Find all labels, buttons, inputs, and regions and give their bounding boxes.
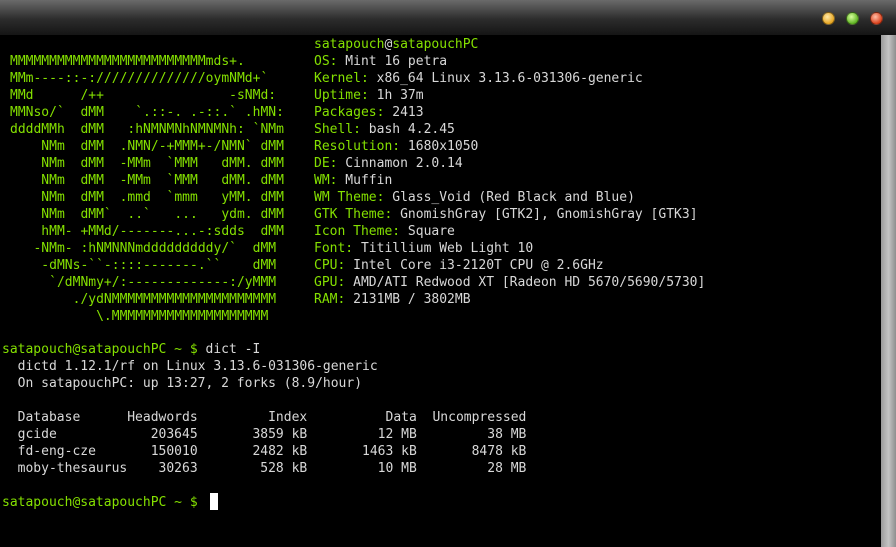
window-titlebar[interactable] xyxy=(0,0,896,35)
sysinfo-value: GnomishGray [GTK2], GnomishGray [GTK3] xyxy=(392,207,698,222)
sysinfo-row: Resolution: 1680x1050 xyxy=(314,138,478,155)
sysinfo-value: x86_64 Linux 3.13.6-031306-generic xyxy=(368,71,643,86)
sysinfo-value: Muffin xyxy=(337,173,393,188)
sysinfo-value: Glass_Void (Red Black and Blue) xyxy=(384,190,635,205)
sysinfo-row: Icon Theme: Square xyxy=(314,223,455,240)
sysinfo-row: GPU: AMD/ATI Redwood XT [Radeon HD 5670/… xyxy=(314,274,705,291)
sysinfo-value: 1680x1050 xyxy=(400,139,479,154)
sysinfo-key: WM Theme: xyxy=(314,190,385,205)
shell-prompt: satapouch@satapouchPC ~ $ xyxy=(2,342,198,357)
sysinfo-key: Packages: xyxy=(314,105,385,120)
sysinfo-key: OS: xyxy=(314,54,338,69)
sysinfo-key: WM: xyxy=(314,173,338,188)
sysinfo-key: Icon Theme: xyxy=(314,224,401,239)
sysinfo-value: bash 4.2.45 xyxy=(360,122,455,137)
ascii-logo-line: hMM- +MMd/-------...-:sdds dMM xyxy=(10,224,284,239)
ascii-logo-line: NMm dMM .mmd `mmm yMM. dMM xyxy=(10,190,284,205)
command-input[interactable] xyxy=(198,495,206,510)
shell-prompt: satapouch@satapouchPC ~ $ xyxy=(2,495,198,510)
sysinfo-key: CPU: xyxy=(314,258,346,273)
sysinfo-key: DE: xyxy=(314,156,338,171)
ascii-logo-line: MMMMMMMMMMMMMMMMMMMMMMMMMmds+. xyxy=(10,54,245,69)
sysinfo-row: Font: Titillium Web Light 10 xyxy=(314,240,533,257)
ascii-logo-line: `/dMNmy+/:-------------:/yMMM xyxy=(10,275,277,290)
sysinfo-row: WM: Muffin xyxy=(314,172,392,189)
command-line: satapouch@satapouchPC ~ $ dict -I xyxy=(2,341,260,358)
sysinfo-host: satapouchPC xyxy=(392,37,479,52)
sysinfo-row: GTK Theme: GnomishGray [GTK2], GnomishGr… xyxy=(314,206,698,223)
ascii-logo-line: -NMm- :hNMNNNmdddddddddy/` dMM xyxy=(10,241,277,256)
sysinfo-key: RAM: xyxy=(314,292,346,307)
sysinfo-row: Kernel: x86_64 Linux 3.13.6-031306-gener… xyxy=(314,70,643,87)
sysinfo-row: Shell: bash 4.2.45 xyxy=(314,121,455,138)
sysinfo-value: AMD/ATI Redwood XT [Radeon HD 5670/5690/… xyxy=(345,275,706,290)
sysinfo-key: GPU: xyxy=(314,275,346,290)
command-text: dict -I xyxy=(197,342,261,357)
table-row: fd-eng-cze 150010 2482 kB 1463 kB 8478 k… xyxy=(2,444,527,459)
sysinfo-key: Resolution: xyxy=(314,139,401,154)
sysinfo-value: 2131MB / 3802MB xyxy=(345,292,471,307)
ascii-logo-line: ddddMMh dMM :hNMNMNhNMNMNh: `NMm xyxy=(10,122,284,137)
sysinfo-key: GTK Theme: xyxy=(314,207,393,222)
scrollbar[interactable] xyxy=(881,35,896,547)
maximize-button[interactable] xyxy=(846,12,859,25)
sysinfo-key: Kernel: xyxy=(314,71,369,86)
ascii-logo-line: ./ydNMMMMMMMMMMMMMMMMMMMMM xyxy=(10,292,277,307)
text-cursor xyxy=(210,493,218,510)
ascii-logo-line: \.MMMMMMMMMMMMMMMMMMMM xyxy=(10,309,269,324)
dict-table-header: Database Headwords Index Data Uncompress… xyxy=(2,410,527,425)
sysinfo-row: WM Theme: Glass_Void (Red Black and Blue… xyxy=(314,189,635,206)
sysinfo-key: Shell: xyxy=(314,122,361,137)
sysinfo-row: Uptime: 1h 37m xyxy=(314,87,424,104)
ascii-logo-line: MMNso/` dMM `.::-. .-::.` .hMN: xyxy=(10,105,284,120)
ascii-logo-line: NMm dMM -MMm `MMM dMM. dMM xyxy=(10,173,284,188)
sysinfo-value: 1h 37m xyxy=(368,88,424,103)
sysinfo-value: Titillium Web Light 10 xyxy=(353,241,534,256)
sysinfo-user: satapouch xyxy=(314,37,385,52)
sysinfo-row: Packages: 2413 xyxy=(314,104,424,121)
sysinfo-value: 2413 xyxy=(384,105,424,120)
sysinfo-value: Mint 16 petra xyxy=(337,54,448,69)
ascii-logo-line: NMm dMM` ..` ... ydm. dMM xyxy=(10,207,284,222)
minimize-button[interactable] xyxy=(822,12,835,25)
command-output-line: On satapouchPC: up 13:27, 2 forks (8.9/h… xyxy=(2,376,363,391)
table-row: moby-thesaurus 30263 528 kB 10 MB 28 MB xyxy=(2,461,527,476)
sysinfo-value: Square xyxy=(400,224,455,239)
ascii-logo-line: -dMNs-``-::::-------.`` dMM xyxy=(10,258,277,273)
sysinfo-row: DE: Cinnamon 2.0.14 xyxy=(314,155,463,172)
sysinfo-row: RAM: 2131MB / 3802MB xyxy=(314,291,471,308)
ascii-logo-line: MMd /++ -sNMd: xyxy=(10,88,277,103)
ascii-logo-line: MMm----::-://////////////oymNMd+` xyxy=(10,71,269,86)
command-output-line: dictd 1.12.1/rf on Linux 3.13.6-031306-g… xyxy=(2,359,378,374)
close-button[interactable] xyxy=(870,12,883,25)
sysinfo-key: Uptime: xyxy=(314,88,369,103)
sysinfo-key: Font: xyxy=(314,241,354,256)
ascii-logo-line: NMm dMM -MMm `MMM dMM. dMM xyxy=(10,156,284,171)
terminal-area[interactable]: MMMMMMMMMMMMMMMMMMMMMMMMMmds+. MMm----::… xyxy=(0,35,881,547)
command-line[interactable]: satapouch@satapouchPC ~ $ xyxy=(2,494,206,511)
ascii-logo-line: NMm dMM .NMN/-+MMM+-/NMN` dMM xyxy=(10,139,284,154)
sysinfo-row: CPU: Intel Core i3-2120T CPU @ 2.6GHz xyxy=(314,257,604,274)
sysinfo-value: Cinnamon 2.0.14 xyxy=(337,156,463,171)
sysinfo-row: OS: Mint 16 petra xyxy=(314,53,447,70)
sysinfo-value: Intel Core i3-2120T CPU @ 2.6GHz xyxy=(345,258,604,273)
sysinfo-user-host: satapouch@satapouchPC xyxy=(314,36,478,53)
table-row: gcide 203645 3859 kB 12 MB 38 MB xyxy=(2,427,527,442)
